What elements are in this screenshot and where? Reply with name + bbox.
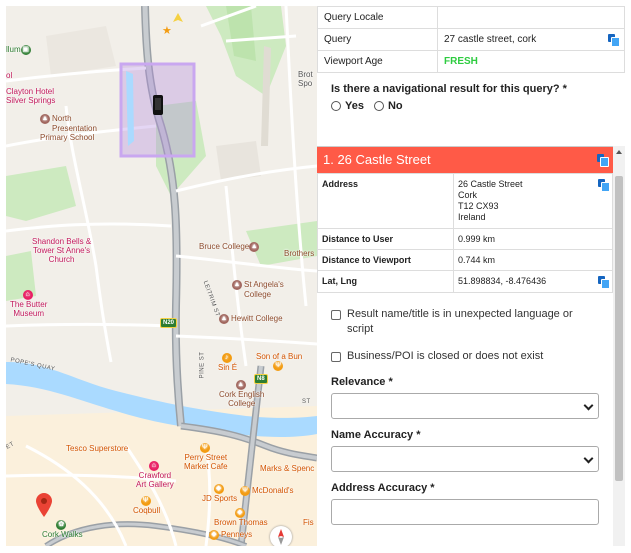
poi-butter-museum[interactable]: ⌂ The Butter Museum xyxy=(10,290,47,318)
street-pine: PINE ST xyxy=(199,351,206,379)
query-locale-label: Query Locale xyxy=(317,6,438,29)
query-label: Query xyxy=(317,28,438,51)
table-row: Viewport Age FRESH xyxy=(317,50,625,73)
star-icon: ★ xyxy=(162,25,172,37)
relevance-label: Relevance * xyxy=(331,376,393,388)
route-shield-n8: N8 xyxy=(254,374,268,384)
viewport-age-value: FRESH xyxy=(437,50,625,73)
address-accuracy-select[interactable] xyxy=(331,499,599,525)
lat-lng-value: 51.898834, -8.476436 xyxy=(458,276,547,286)
checkbox[interactable] xyxy=(331,352,341,362)
phone-icon xyxy=(153,95,163,115)
distance-to-user-label: Distance to User xyxy=(317,228,454,250)
address-line: Cork xyxy=(458,190,478,200)
address-label: Address xyxy=(317,173,454,229)
table-row: Query 27 castle street, cork xyxy=(317,28,625,51)
result-title: 1. 26 Castle Street xyxy=(323,152,431,167)
address-accuracy-label: Address Accuracy * xyxy=(331,482,435,494)
poi-sin-e[interactable]: ♪ Sin É xyxy=(218,353,237,372)
query-locale-value xyxy=(437,6,625,29)
poi-brot: Brot Spo xyxy=(298,70,313,88)
place-marker-icon xyxy=(172,12,184,28)
location-pin-icon[interactable] xyxy=(35,492,53,518)
address-line: T12 CX93 xyxy=(458,201,499,211)
relevance-select[interactable] xyxy=(331,393,599,419)
check-closed[interactable]: Business/POI is closed or does not exist xyxy=(331,349,601,364)
radio-yes-label[interactable]: Yes xyxy=(345,100,364,112)
table-row: Query Locale xyxy=(317,6,625,29)
scrollbar-thumb[interactable] xyxy=(615,176,623,481)
lat-lng-label: Lat, Lng xyxy=(317,270,454,293)
poi-crawford[interactable]: ⌂ Crawford Art Gallery xyxy=(136,461,174,489)
map-view[interactable]: ★ llum ▣ ol Clayton Hotel Silver Springs ▲… xyxy=(6,6,317,546)
table-row: Distance to User 0.999 km xyxy=(317,228,613,250)
poi-brothers: Brothers xyxy=(284,249,315,258)
poi-tesco[interactable]: Tesco Superstore xyxy=(66,444,128,453)
poi-marks-spencer[interactable]: Marks & Spenc xyxy=(260,464,314,473)
query-value-cell: 27 castle street, cork xyxy=(437,28,625,51)
chevron-down-icon xyxy=(583,453,594,464)
copy-icon[interactable] xyxy=(598,179,610,192)
results-scrollbar[interactable] xyxy=(613,146,625,546)
checkbox[interactable] xyxy=(331,310,341,320)
navigational-question: Is there a navigational result for this … xyxy=(317,73,625,120)
poi-um[interactable]: llum ▣ xyxy=(6,45,33,55)
copy-icon[interactable] xyxy=(597,154,609,167)
name-accuracy-label: Name Accuracy * xyxy=(331,429,421,441)
lat-lng-cell: 51.898834, -8.476436 xyxy=(453,270,613,293)
name-accuracy-select[interactable] xyxy=(331,446,599,472)
poi-hewitt-college[interactable]: ▲ Hewitt College xyxy=(219,314,283,324)
app-root: ★ llum ▣ ol Clayton Hotel Silver Springs ▲… xyxy=(0,0,631,553)
radio-no[interactable] xyxy=(373,101,384,111)
distance-to-viewport-value: 0.744 km xyxy=(453,249,613,271)
radio-yes[interactable] xyxy=(331,101,341,111)
poi-north-presentation[interactable]: ▲ North Presentation Primary School xyxy=(40,114,97,142)
distance-to-viewport-label: Distance to Viewport xyxy=(317,249,454,271)
result-rating-form: Result name/title is in unexpected langu… xyxy=(317,293,613,525)
poi-shandon-bells[interactable]: Shandon Bells & Tower St Anne's Church xyxy=(32,237,91,264)
poi-st-angelas[interactable]: ▲ St Angela's College xyxy=(232,280,284,299)
poi-cork-walks[interactable]: ✿ Cork Walks xyxy=(42,520,83,539)
radio-no-label[interactable]: No xyxy=(388,100,403,112)
poi-mcdonalds[interactable]: Ψ McDonald's xyxy=(240,486,294,496)
poi-ol: ol xyxy=(6,71,13,80)
poi-jd-sports[interactable]: ◆ JD Sports xyxy=(202,484,237,503)
address-line: 26 Castle Street xyxy=(458,179,523,189)
checkbox-label: Business/POI is closed or does not exist xyxy=(347,350,544,362)
navigational-options: Yes No xyxy=(331,100,613,112)
poi-son-of-a-bun[interactable]: Son of a Bun Ψ xyxy=(256,352,302,371)
table-row: Address 26 Castle Street Cork T12 CX93 I… xyxy=(317,173,613,229)
copy-icon[interactable] xyxy=(608,34,620,47)
address-line: Ireland xyxy=(458,212,486,222)
copy-icon[interactable] xyxy=(598,276,610,289)
chevron-down-icon xyxy=(583,400,594,411)
query-value: 27 castle street, cork xyxy=(444,34,537,45)
scroll-up-icon[interactable] xyxy=(616,150,622,154)
result-detail-table: Address 26 Castle Street Cork T12 CX93 I… xyxy=(317,173,613,293)
address-value: 26 Castle Street Cork T12 CX93 Ireland xyxy=(453,173,613,229)
poi-fis: Fis xyxy=(303,518,314,527)
table-row: Distance to Viewport 0.744 km xyxy=(317,249,613,271)
check-unexpected-language[interactable]: Result name/title is in unexpected langu… xyxy=(331,307,601,337)
navigational-question-text: Is there a navigational result for this … xyxy=(331,83,567,95)
distance-to-user-value: 0.999 km xyxy=(453,228,613,250)
route-shield-n20: N20 xyxy=(160,318,178,328)
street-st: ST xyxy=(302,399,311,405)
checkbox-label: Result name/title is in unexpected langu… xyxy=(347,308,573,335)
compass-icon[interactable] xyxy=(270,526,292,546)
result-header: 1. 26 Castle Street xyxy=(317,147,613,173)
poi-penneys[interactable]: ◆ Penneys xyxy=(209,530,252,540)
poi-clayton-hotel[interactable]: Clayton Hotel Silver Springs xyxy=(6,87,55,105)
table-row: Lat, Lng 51.898834, -8.476436 xyxy=(317,270,613,293)
review-panel: Query Locale Query 27 castle street, cor… xyxy=(317,6,625,546)
poi-bruce-college[interactable]: Bruce College ▲ xyxy=(199,242,261,252)
poi-cork-english-college[interactable]: ▲ Cork English College xyxy=(219,380,264,408)
poi-brown-thomas[interactable]: ◆ Brown Thomas xyxy=(214,508,268,527)
viewport-age-label: Viewport Age xyxy=(317,50,438,73)
query-info-table: Query Locale Query 27 castle street, cor… xyxy=(317,6,625,73)
poi-coqbull[interactable]: Ψ Coqbull xyxy=(133,496,160,515)
results-scroll-area[interactable]: 1. 26 Castle Street Address 26 Castle St… xyxy=(317,146,613,546)
poi-perry-street[interactable]: Ψ Perry Street Market Cafe xyxy=(184,443,228,471)
